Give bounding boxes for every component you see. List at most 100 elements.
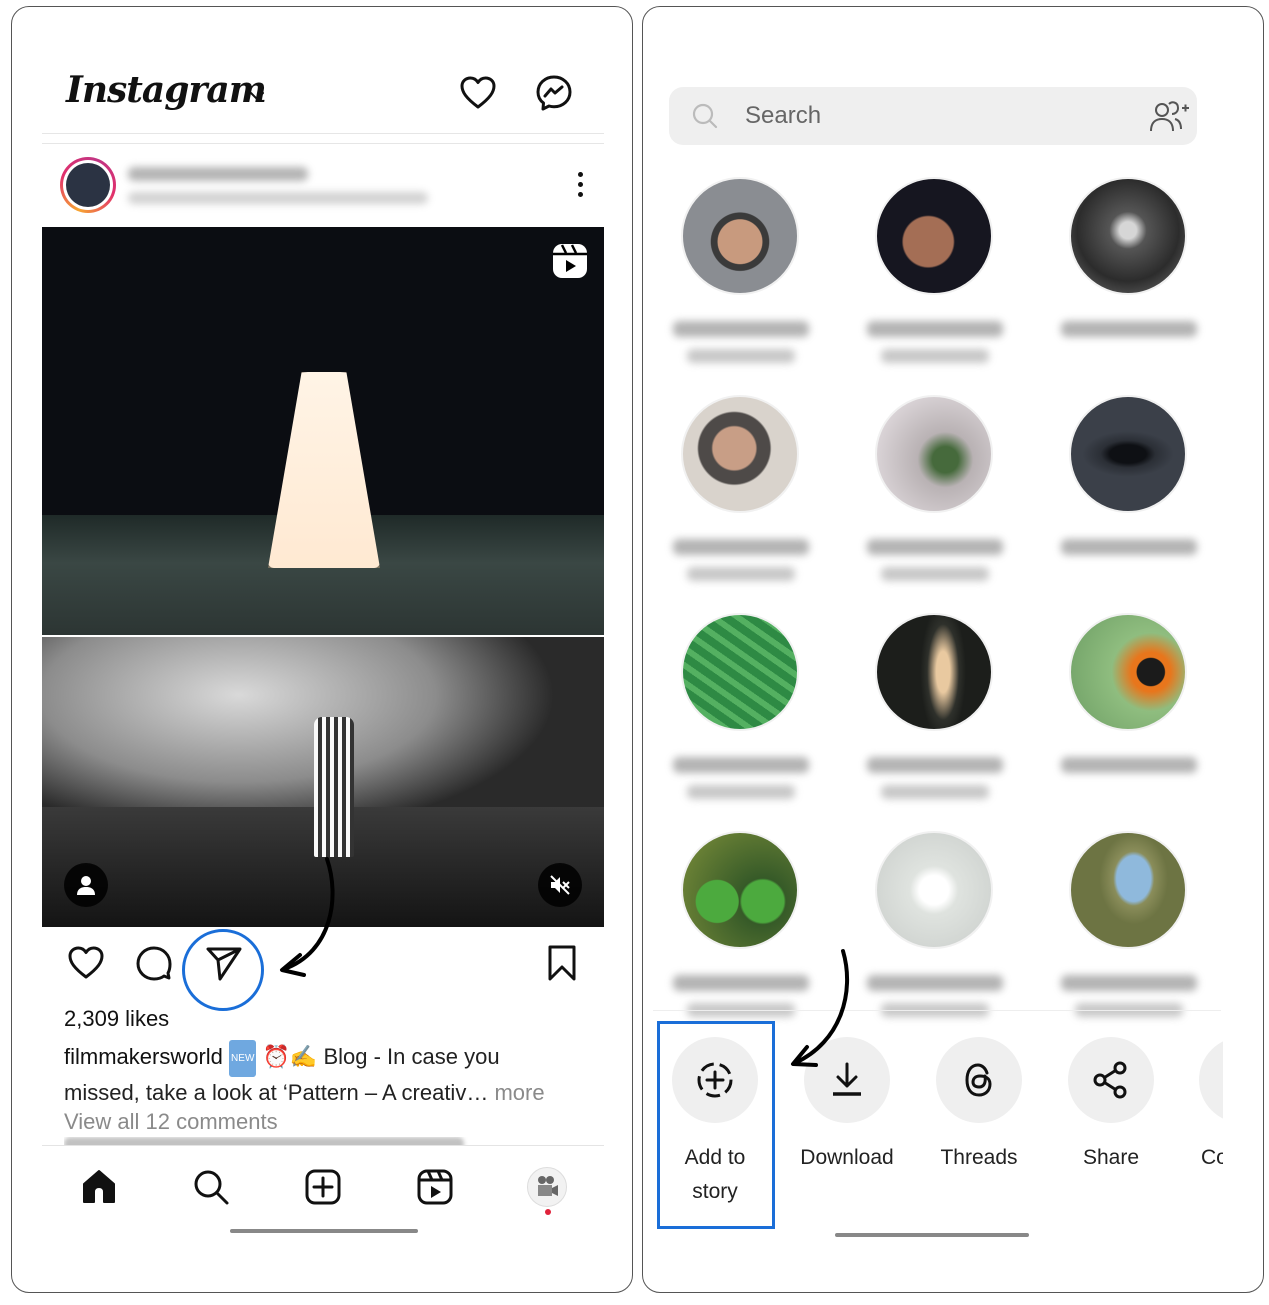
nav-profile[interactable] (525, 1165, 569, 1209)
contact-name-blurred (1039, 525, 1219, 585)
contact-item[interactable] (1039, 177, 1219, 377)
media-frame-bottom (42, 637, 604, 927)
likes-count[interactable]: 2,309 likes (64, 1006, 169, 1032)
caption-text-line2: missed, take a look at ‘Pattern – A crea… (64, 1080, 489, 1105)
contact-item[interactable] (845, 177, 1025, 377)
contact-name-blurred (1039, 307, 1219, 367)
contact-name-blurred (845, 743, 1025, 803)
download-icon (833, 1062, 861, 1096)
contact-name-blurred (1039, 743, 1219, 803)
search-icon (194, 1170, 229, 1205)
contact-item[interactable] (845, 831, 1025, 1031)
contact-item[interactable] (1039, 831, 1219, 1031)
contact-avatar (875, 831, 993, 949)
contact-name-blurred (651, 525, 831, 585)
nav-reels[interactable] (413, 1165, 457, 1209)
contact-item[interactable] (651, 831, 831, 1031)
contact-avatar (875, 177, 993, 295)
add-people-icon[interactable] (1149, 99, 1189, 133)
contact-name-blurred (845, 961, 1025, 1021)
media-frame-top (42, 227, 604, 635)
copy-link-icon (1199, 1037, 1223, 1123)
person-icon (77, 876, 95, 895)
new-emoji: NEW (229, 1040, 257, 1077)
home-icon (83, 1170, 115, 1203)
profile-avatar (527, 1167, 567, 1207)
nav-home[interactable] (77, 1165, 121, 1209)
contact-avatar (681, 613, 799, 731)
threads-icon (965, 1063, 992, 1097)
post-caption: filmmakersworld NEW ⏰✍️ Blog - In case y… (64, 1040, 584, 1108)
post-media[interactable] (42, 227, 604, 927)
search-bar (669, 87, 1197, 145)
heart-icon[interactable] (458, 73, 498, 113)
share-option[interactable]: Share (1051, 1037, 1171, 1175)
threads-option[interactable]: Threads (919, 1037, 1039, 1175)
instagram-feed-screen: Instagram 2,309 likes filmmakersworld NE… (11, 6, 633, 1293)
notification-dot (545, 1209, 551, 1215)
nav-search[interactable] (189, 1165, 233, 1209)
caption-username[interactable]: filmmakersworld (64, 1044, 223, 1069)
contact-avatar (875, 395, 993, 513)
divider (42, 133, 604, 134)
caption-more-link[interactable]: more (494, 1080, 544, 1105)
download-label: Download (800, 1146, 894, 1169)
contact-name-blurred (651, 743, 831, 803)
share-label: Share (1082, 1146, 1140, 1169)
divider (42, 143, 604, 144)
writing-hand-emoji: ✍️ (289, 1044, 318, 1069)
contact-item[interactable] (845, 613, 1025, 813)
tagged-people-button[interactable] (64, 863, 108, 907)
bottom-navigation (12, 1157, 632, 1217)
post-header (60, 157, 590, 217)
view-comments-link[interactable]: View all 12 comments (64, 1109, 278, 1135)
reels-icon (553, 244, 587, 278)
home-indicator[interactable] (230, 1229, 418, 1233)
divider (42, 1145, 604, 1146)
contact-name-blurred (651, 961, 831, 1021)
contact-item[interactable] (845, 395, 1025, 595)
messenger-icon[interactable] (534, 73, 574, 113)
contact-item[interactable] (651, 177, 831, 377)
nav-create[interactable] (301, 1165, 345, 1209)
chevron-down-icon[interactable] (248, 87, 266, 105)
contact-item[interactable] (1039, 395, 1219, 595)
contact-avatar (681, 831, 799, 949)
reels-icon (417, 1169, 453, 1205)
contact-name-blurred (845, 307, 1025, 367)
contact-avatar (1069, 395, 1187, 513)
contact-name-blurred (651, 307, 831, 367)
audio-subtitle-blurred[interactable] (128, 192, 428, 204)
contact-name-blurred (845, 525, 1025, 585)
contact-avatar (681, 395, 799, 513)
contact-avatar (1069, 831, 1187, 949)
author-name-blurred[interactable] (128, 167, 308, 181)
muted-speaker-icon (550, 875, 570, 895)
contact-avatar (1069, 177, 1187, 295)
instagram-logo[interactable]: Instagram (66, 69, 267, 111)
copy-link-label-cut: Co (1201, 1146, 1223, 1169)
mute-button[interactable] (538, 863, 582, 907)
more-options-icon[interactable] (570, 169, 590, 201)
threads-label: Threads (940, 1146, 1018, 1169)
home-indicator[interactable] (835, 1233, 1029, 1237)
contact-avatar (875, 613, 993, 731)
add-to-story-highlight-annotation (657, 1021, 775, 1229)
save-button[interactable] (542, 943, 582, 983)
caption-text-line1: Blog - In case you (323, 1044, 500, 1069)
contact-item[interactable] (651, 395, 831, 595)
alarm-clock-emoji: ⏰ (262, 1044, 290, 1069)
contact-avatar (681, 177, 799, 295)
copy-link-option[interactable]: Co (1183, 1037, 1223, 1175)
search-icon (692, 103, 718, 129)
comment-button[interactable] (134, 943, 174, 983)
download-option[interactable]: Download (787, 1037, 907, 1175)
author-avatar[interactable] (60, 157, 116, 213)
app-header: Instagram (12, 67, 632, 131)
contact-item[interactable] (651, 613, 831, 813)
contact-item[interactable] (1039, 613, 1219, 813)
contact-avatar (1069, 613, 1187, 731)
search-input[interactable] (745, 87, 1125, 145)
post-actions (62, 937, 582, 987)
like-button[interactable] (66, 943, 106, 983)
